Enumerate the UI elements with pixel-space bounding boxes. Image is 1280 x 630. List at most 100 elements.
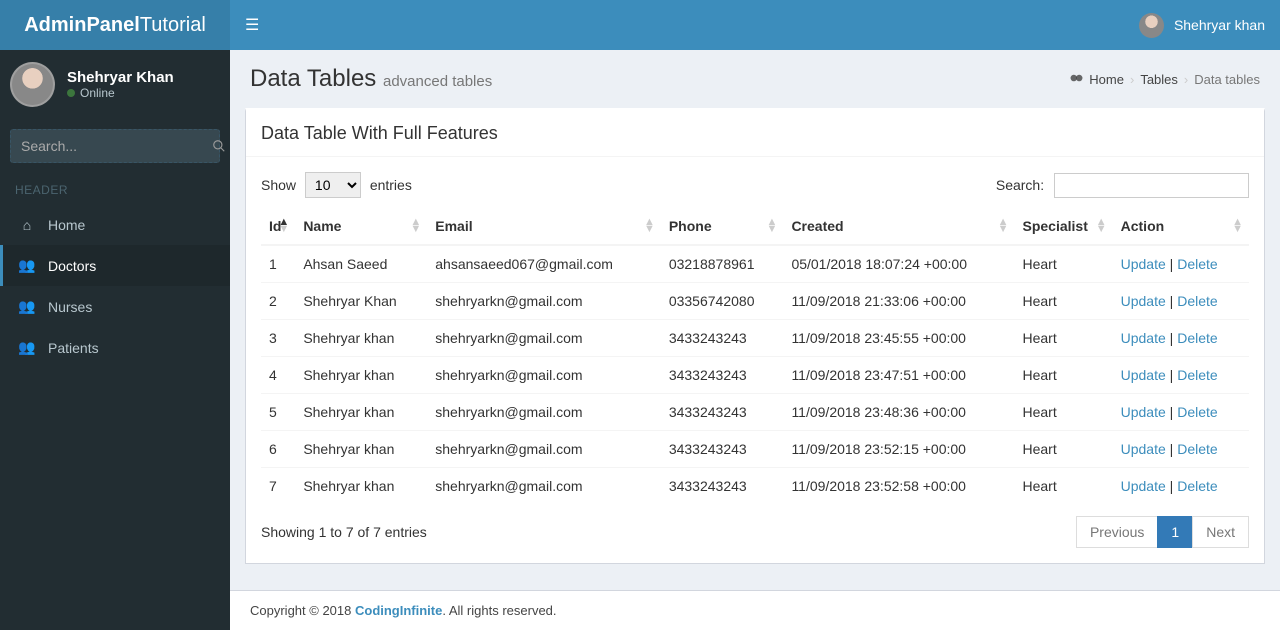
delete-link[interactable]: Delete (1177, 256, 1217, 272)
cell-name: Shehryar khan (295, 431, 427, 468)
cell-email: shehryarkn@gmail.com (427, 468, 661, 505)
sidebar-item-label: Doctors (48, 258, 96, 274)
cell-name: Shehryar khan (295, 394, 427, 431)
delete-link[interactable]: Delete (1177, 478, 1217, 494)
table-search: Search: (996, 173, 1249, 198)
cell-specialist: Heart (1014, 357, 1112, 394)
panel-title: Data Table With Full Features (246, 111, 1264, 157)
cell-email: shehryarkn@gmail.com (427, 357, 661, 394)
brand-bold: AdminPanel (24, 14, 140, 36)
cell-created: 11/09/2018 23:47:51 +00:00 (783, 357, 1014, 394)
sidebar-item-doctors[interactable]: 👥 Doctors (0, 245, 230, 286)
column-header[interactable]: Action▲▼ (1113, 208, 1249, 245)
cell-action: Update | Delete (1113, 283, 1249, 320)
avatar (1139, 13, 1164, 38)
home-icon: ⌂ (18, 217, 36, 233)
column-header[interactable]: Id▲▼ (261, 208, 295, 245)
sidebar-item-label: Patients (48, 340, 99, 356)
cell-email: shehryarkn@gmail.com (427, 394, 661, 431)
sidebar: Shehryar Khan Online HEADER ⌂Home👥Doctor… (0, 50, 230, 630)
cell-email: shehryarkn@gmail.com (427, 283, 661, 320)
delete-link[interactable]: Delete (1177, 404, 1217, 420)
cell-action: Update | Delete (1113, 394, 1249, 431)
sidebar-user-panel: Shehryar Khan Online (0, 50, 230, 119)
cell-id: 2 (261, 283, 295, 320)
cell-specialist: Heart (1014, 320, 1112, 357)
table-search-input[interactable] (1054, 173, 1249, 198)
topbar-user-name: Shehryar khan (1174, 17, 1265, 33)
sidebar-item-home[interactable]: ⌂Home (0, 205, 230, 245)
column-header[interactable]: Phone▲▼ (661, 208, 784, 245)
page-prev[interactable]: Previous (1076, 516, 1158, 548)
delete-link[interactable]: Delete (1177, 330, 1217, 346)
page-current[interactable]: 1 (1157, 516, 1193, 548)
chevron-right-icon: › (1184, 72, 1188, 87)
table-row: 7Shehryar khanshehryarkn@gmail.com343324… (261, 468, 1249, 505)
brand-logo[interactable]: AdminPanelTutorial (0, 0, 230, 50)
update-link[interactable]: Update (1121, 293, 1166, 309)
search-input[interactable] (11, 130, 212, 162)
sort-icon: ▲▼ (410, 219, 421, 233)
entries-select[interactable]: 102550100 (305, 172, 361, 198)
cell-email: shehryarkn@gmail.com (427, 431, 661, 468)
update-link[interactable]: Update (1121, 478, 1166, 494)
cell-id: 6 (261, 431, 295, 468)
table-info: Showing 1 to 7 of 7 entries (261, 524, 427, 540)
breadcrumb-tables[interactable]: Tables (1140, 72, 1178, 87)
footer-link[interactable]: CodingInfinite (355, 603, 442, 618)
cell-id: 3 (261, 320, 295, 357)
delete-link[interactable]: Delete (1177, 441, 1217, 457)
page-subtitle: advanced tables (383, 73, 492, 90)
table-row: 1Ahsan Saeedahsansaeed067@gmail.com03218… (261, 245, 1249, 283)
cell-phone: 3433243243 (661, 431, 784, 468)
sidebar-item-patients[interactable]: 👥Patients (0, 327, 230, 368)
content: Data Tables advanced tables Home › Table… (230, 50, 1280, 630)
cell-phone: 3433243243 (661, 320, 784, 357)
sidebar-item-nurses[interactable]: 👥 Nurses (0, 286, 230, 327)
column-header[interactable]: Name▲▼ (295, 208, 427, 245)
update-link[interactable]: Update (1121, 330, 1166, 346)
page-next[interactable]: Next (1192, 516, 1249, 548)
cell-specialist: Heart (1014, 468, 1112, 505)
cell-email: ahsansaeed067@gmail.com (427, 245, 661, 283)
cell-name: Ahsan Saeed (295, 245, 427, 283)
pagination: Previous 1 Next (1077, 516, 1249, 548)
table-row: 3Shehryar khanshehryarkn@gmail.com343324… (261, 320, 1249, 357)
cell-name: Shehryar khan (295, 357, 427, 394)
panel: Data Table With Full Features Show 10255… (245, 108, 1265, 564)
sidebar-user-name: Shehryar Khan (67, 69, 174, 86)
column-header[interactable]: Created▲▼ (783, 208, 1014, 245)
cell-action: Update | Delete (1113, 357, 1249, 394)
update-link[interactable]: Update (1121, 404, 1166, 420)
update-link[interactable]: Update (1121, 367, 1166, 383)
topbar-user[interactable]: Shehryar khan (1139, 13, 1265, 38)
cell-created: 11/09/2018 23:52:58 +00:00 (783, 468, 1014, 505)
delete-link[interactable]: Delete (1177, 367, 1217, 383)
cell-email: shehryarkn@gmail.com (427, 320, 661, 357)
table-row: 4Shehryar khanshehryarkn@gmail.com343324… (261, 357, 1249, 394)
column-header[interactable]: Specialist▲▼ (1014, 208, 1112, 245)
users-icon: 👥 (18, 298, 36, 315)
cell-phone: 03218878961 (661, 245, 784, 283)
update-link[interactable]: Update (1121, 256, 1166, 272)
hamburger-icon[interactable]: ☰ (245, 15, 259, 35)
cell-name: Shehryar khan (295, 320, 427, 357)
breadcrumb-home[interactable]: Home (1089, 72, 1124, 87)
cell-specialist: Heart (1014, 394, 1112, 431)
update-link[interactable]: Update (1121, 441, 1166, 457)
cell-id: 7 (261, 468, 295, 505)
cell-phone: 03356742080 (661, 283, 784, 320)
delete-link[interactable]: Delete (1177, 293, 1217, 309)
cell-action: Update | Delete (1113, 245, 1249, 283)
sidebar-item-label: Nurses (48, 299, 92, 315)
table-row: 6Shehryar khanshehryarkn@gmail.com343324… (261, 431, 1249, 468)
column-header[interactable]: Email▲▼ (427, 208, 661, 245)
cell-specialist: Heart (1014, 283, 1112, 320)
users-icon: 👥 (18, 257, 36, 274)
sidebar-user-status: Online (67, 86, 174, 100)
cell-name: Shehryar Khan (295, 283, 427, 320)
cell-created: 11/09/2018 23:45:55 +00:00 (783, 320, 1014, 357)
data-table: Id▲▼Name▲▼Email▲▼Phone▲▼Created▲▼Special… (261, 208, 1249, 504)
search-icon[interactable] (212, 130, 226, 162)
breadcrumb-current: Data tables (1194, 72, 1260, 87)
